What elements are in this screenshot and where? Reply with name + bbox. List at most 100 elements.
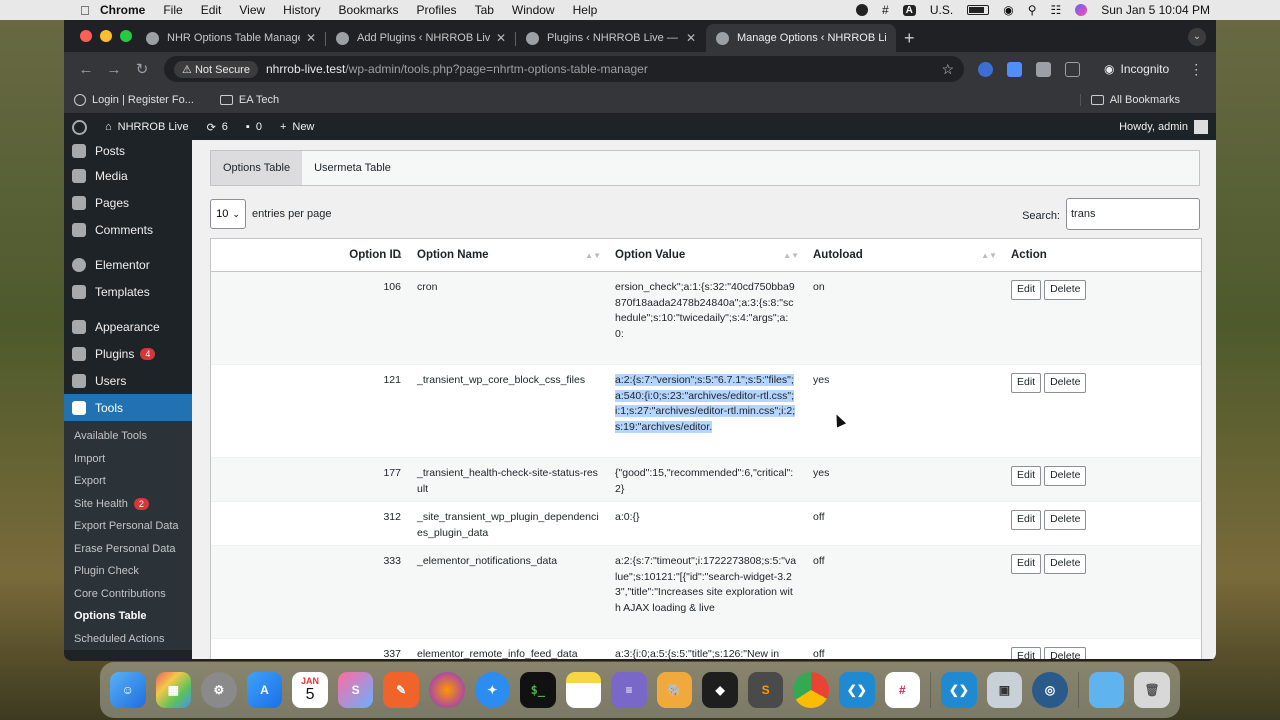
menu-history[interactable]: History bbox=[283, 3, 320, 17]
downloads-folder-icon[interactable] bbox=[1088, 672, 1125, 708]
chrome-icon[interactable] bbox=[793, 672, 829, 708]
sidebar-item-media[interactable]: Media bbox=[64, 162, 192, 189]
bookmark-folder[interactable]: EA Tech bbox=[219, 94, 279, 106]
browser-tab[interactable]: Plugins ‹ NHRROB Live — Wo ✕ bbox=[516, 24, 706, 52]
close-window-button[interactable] bbox=[80, 30, 92, 42]
submenu-options-table[interactable]: Options Table bbox=[64, 605, 192, 628]
reload-icon[interactable]: ↻ bbox=[128, 60, 156, 78]
sidebar-item-comments[interactable]: Comments bbox=[64, 216, 192, 243]
delete-button[interactable]: Delete bbox=[1044, 647, 1087, 659]
forward-icon[interactable]: → bbox=[100, 61, 128, 78]
submenu-plugin-check[interactable]: Plugin Check bbox=[64, 560, 192, 583]
notes-icon[interactable] bbox=[565, 672, 602, 708]
extension-icon[interactable] bbox=[1036, 61, 1051, 77]
edit-button[interactable]: Edit bbox=[1011, 466, 1042, 486]
security-chip[interactable]: ⚠ Not Secure bbox=[174, 60, 258, 78]
sidebar-item-elementor[interactable]: Elementor bbox=[64, 251, 192, 278]
quicktime-icon[interactable]: ◎ bbox=[1032, 672, 1068, 708]
bookmark-star-icon[interactable]: ☆ bbox=[941, 61, 954, 78]
sidebar-item-plugins[interactable]: Plugins 4 bbox=[64, 340, 192, 367]
minimize-window-button[interactable] bbox=[100, 30, 112, 42]
browser-tab[interactable]: Add Plugins ‹ NHRROB Live — ✕ bbox=[326, 24, 516, 52]
tab-usermeta-table[interactable]: Usermeta Table bbox=[302, 151, 403, 185]
new-tab-button[interactable]: + bbox=[904, 24, 915, 52]
browser-tab-active[interactable]: Manage Options ‹ NHRROB Li bbox=[706, 24, 896, 52]
extension-icon[interactable] bbox=[978, 61, 993, 77]
all-bookmarks-button[interactable]: All Bookmarks bbox=[1079, 93, 1180, 106]
column-header-option-name[interactable]: Option Name ▲▼ bbox=[409, 239, 607, 271]
firefox-icon[interactable] bbox=[428, 672, 465, 708]
incognito-indicator[interactable]: ◉ Incognito bbox=[1104, 62, 1169, 76]
puzzle-icon[interactable] bbox=[1065, 61, 1080, 77]
sidebar-item-pages[interactable]: Pages bbox=[64, 189, 192, 216]
submenu-erase-personal-data[interactable]: Erase Personal Data bbox=[64, 538, 192, 561]
terminal-icon[interactable]: $_ bbox=[520, 672, 556, 708]
menu-help[interactable]: Help bbox=[573, 3, 598, 17]
delete-button[interactable]: Delete bbox=[1044, 510, 1087, 530]
menu-window[interactable]: Window bbox=[512, 3, 555, 17]
database-icon[interactable]: ≡ bbox=[611, 672, 647, 708]
spotlight-icon[interactable]: ⚲ bbox=[1028, 3, 1037, 17]
updates-link[interactable]: ⟳ 6 bbox=[207, 121, 228, 134]
new-content-link[interactable]: + New bbox=[280, 121, 314, 133]
menu-view[interactable]: View bbox=[239, 3, 265, 17]
vscode-icon[interactable]: ❮❯ bbox=[941, 672, 977, 708]
search-input[interactable]: trans bbox=[1066, 198, 1200, 230]
menu-profiles[interactable]: Profiles bbox=[417, 3, 457, 17]
menubar-clock[interactable]: Sun Jan 5 10:04 PM bbox=[1101, 3, 1210, 17]
tableplus-icon[interactable]: 🐘 bbox=[656, 672, 693, 708]
site-name-link[interactable]: ⌂ NHRROB Live bbox=[105, 121, 189, 133]
safari-icon[interactable]: ✦ bbox=[474, 672, 511, 708]
entries-per-page-select[interactable]: 10 ⌄ bbox=[210, 199, 246, 229]
column-header-autoload[interactable]: Autoload ▲▼ bbox=[805, 239, 1003, 271]
submenu-scheduled-actions[interactable]: Scheduled Actions bbox=[64, 628, 192, 651]
close-tab-icon[interactable]: ✕ bbox=[306, 31, 316, 45]
edit-button[interactable]: Edit bbox=[1011, 280, 1042, 300]
close-tab-icon[interactable]: ✕ bbox=[496, 31, 506, 45]
extension-icon[interactable] bbox=[1007, 61, 1022, 77]
edit-button[interactable]: Edit bbox=[1011, 554, 1042, 574]
finder-icon[interactable]: ☺ bbox=[110, 672, 146, 708]
delete-button[interactable]: Delete bbox=[1044, 373, 1087, 393]
system-settings-icon[interactable]: ⚙ bbox=[201, 672, 237, 708]
preview-icon[interactable]: ▣ bbox=[986, 672, 1023, 708]
account-menu[interactable]: Howdy, admin bbox=[1119, 120, 1208, 134]
trash-icon[interactable]: 🗑 bbox=[1134, 672, 1170, 708]
column-header-option-value[interactable]: Option Value ▲▼ bbox=[607, 239, 805, 271]
bookmark-item[interactable]: Login | Register Fo... bbox=[74, 93, 194, 106]
input-source-label[interactable]: U.S. bbox=[930, 3, 953, 17]
app-store-icon[interactable]: A bbox=[246, 672, 283, 708]
delete-button[interactable]: Delete bbox=[1044, 280, 1087, 300]
submenu-export[interactable]: Export bbox=[64, 470, 192, 493]
delete-button[interactable]: Delete bbox=[1044, 554, 1087, 574]
control-center-icon[interactable]: ☷ bbox=[1050, 3, 1061, 17]
edit-button[interactable]: Edit bbox=[1011, 647, 1042, 659]
submenu-available-tools[interactable]: Available Tools bbox=[64, 425, 192, 448]
submenu-export-personal-data[interactable]: Export Personal Data bbox=[64, 515, 192, 538]
delete-button[interactable]: Delete bbox=[1044, 466, 1087, 486]
submenu-core-contributions[interactable]: Core Contributions bbox=[64, 583, 192, 606]
siri-icon[interactable] bbox=[1075, 4, 1088, 16]
zoom-window-button[interactable] bbox=[120, 30, 132, 42]
menu-bookmarks[interactable]: Bookmarks bbox=[339, 3, 399, 17]
sidebar-item-posts[interactable]: Posts bbox=[64, 140, 192, 162]
submenu-site-health[interactable]: Site Health 2 bbox=[64, 493, 192, 516]
sidebar-item-tools[interactable]: Tools bbox=[64, 394, 192, 421]
menu-app-name[interactable]: Chrome bbox=[100, 3, 145, 17]
browser-menu-icon[interactable]: ⋮ bbox=[1189, 61, 1203, 78]
sidebar-item-appearance[interactable]: Appearance bbox=[64, 313, 192, 340]
menu-tab[interactable]: Tab bbox=[475, 3, 494, 17]
edit-button[interactable]: Edit bbox=[1011, 510, 1042, 530]
figma-icon[interactable]: ◆ bbox=[702, 672, 738, 708]
input-source-icon[interactable]: A bbox=[902, 4, 916, 16]
vscode-icon[interactable]: ❮❯ bbox=[839, 672, 875, 708]
edit-button[interactable]: Edit bbox=[1011, 373, 1042, 393]
submenu-import[interactable]: Import bbox=[64, 448, 192, 471]
slack-icon[interactable]: # bbox=[884, 672, 921, 708]
menu-edit[interactable]: Edit bbox=[201, 3, 222, 17]
close-tab-icon[interactable]: ✕ bbox=[686, 31, 696, 45]
sublime-text-icon[interactable]: S bbox=[747, 672, 784, 708]
tab-search-button[interactable]: ⌄ bbox=[1188, 28, 1206, 46]
apple-icon[interactable]:  bbox=[80, 3, 100, 18]
freeform-icon[interactable]: S bbox=[337, 672, 374, 708]
